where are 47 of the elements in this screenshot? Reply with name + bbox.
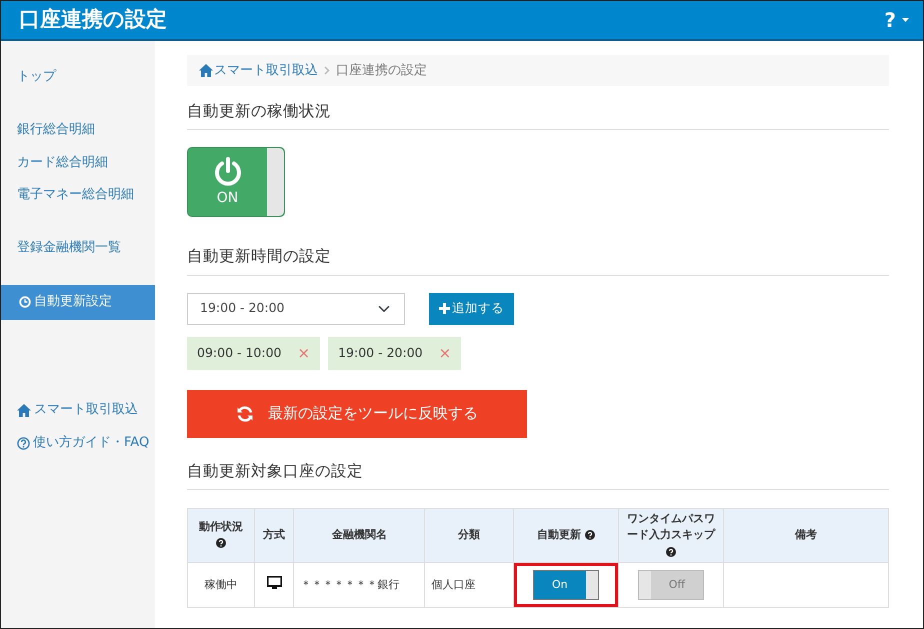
breadcrumb-link[interactable]: スマート取引取込 [199, 60, 318, 80]
time-chip: 19:00 - 20:00 × [328, 336, 462, 370]
sidebar-link[interactable]: カード総合明細 [1, 146, 155, 180]
monitor-icon [266, 576, 282, 589]
remove-button[interactable]: × [438, 342, 452, 364]
column-header: 方式 [254, 508, 294, 563]
sidebar-link[interactable]: トップ [1, 61, 155, 94]
sidebar-link[interactable]: 使い方ガイド・FAQ [1, 426, 155, 460]
column-header: 備考 [723, 508, 888, 563]
section-heading: 自動更新の稼働状況 [187, 100, 889, 130]
clock-icon [19, 296, 31, 308]
sidebar-link[interactable]: 銀行総合明細 [1, 114, 155, 147]
time-chip: 09:00 - 10:00 × [187, 336, 320, 370]
sidebar-link[interactable]: 自動更新設定 [1, 284, 155, 320]
column-header: 分類 [424, 508, 514, 563]
sidebar-link[interactable]: スマート取引取込 [1, 394, 155, 427]
column-header: 動作状況 [198, 520, 243, 533]
caret-icon [902, 18, 909, 22]
column-header: 自動更新 [536, 528, 581, 542]
column-header: ワンタイムパスワード入力スキップ [626, 512, 715, 542]
add-button[interactable]: 追加する [429, 292, 514, 324]
section-heading: 自動更新対象口座の設定 [187, 460, 889, 490]
toggle-knob [267, 148, 284, 216]
section-heading: 自動更新時間の設定 [187, 245, 889, 276]
sidebar-link[interactable]: 電子マネー総合明細 [1, 179, 155, 212]
toggle-knob [586, 571, 598, 600]
plus-icon [439, 303, 450, 314]
home-icon [17, 404, 31, 417]
table-cell: 個人口座 [424, 562, 514, 608]
chevron-icon [324, 66, 330, 75]
remove-button[interactable]: × [298, 342, 310, 364]
table-cell: ＊＊＊＊＊＊＊銀行 [294, 562, 425, 608]
help-icon [17, 436, 30, 450]
page-title: 口座連携の設定 [19, 6, 167, 34]
home-icon [199, 64, 213, 77]
toggle-switch[interactable]: Off [638, 570, 704, 600]
refresh-icon [236, 404, 254, 422]
breadcrumb-current: 口座連携の設定 [336, 62, 427, 80]
sidebar-link[interactable]: 登録金融機関一覧 [1, 232, 155, 265]
column-header: 金融機関名 [294, 508, 425, 563]
apply-button[interactable]: 最新の設定をツールに反映する [187, 390, 527, 438]
toggle-knob [638, 571, 651, 600]
table-cell: 稼働中 [188, 562, 254, 608]
toggle-switch[interactable]: On [532, 570, 599, 600]
power-toggle[interactable]: ON [187, 147, 285, 218]
time-select[interactable]: 19:00 - 20:00 [187, 292, 405, 324]
help-menu-button[interactable]: ? [884, 5, 909, 35]
